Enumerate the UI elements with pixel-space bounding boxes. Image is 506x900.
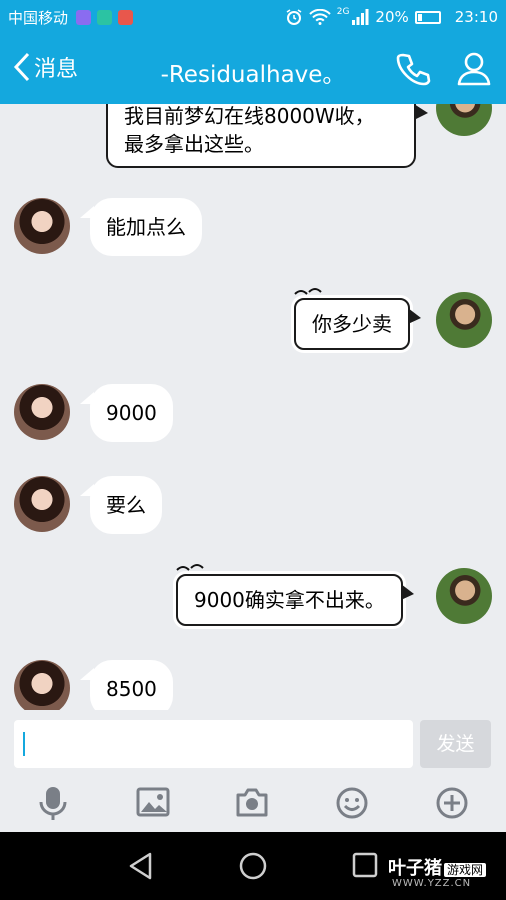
send-button[interactable]: 发送 (420, 720, 491, 768)
signal-icon (352, 9, 369, 25)
message-bubble[interactable]: 9000 (80, 384, 173, 442)
attachment-toolbar (0, 774, 506, 832)
message-row: 9000确实拿不出来。 (0, 564, 506, 630)
app-notification-icon (76, 9, 92, 25)
message-list[interactable]: 我目前梦幻在线8000W收， 最多拿出这些。 能加点么 你多少卖 9000 要么… (0, 104, 506, 710)
watermark-brand: 叶子猪 (388, 858, 442, 879)
phone-icon (396, 53, 431, 86)
circle-home-icon (239, 852, 267, 880)
voice-button[interactable] (38, 786, 68, 826)
battery-percent: 20% (375, 8, 409, 26)
message-bubble[interactable]: 我目前梦幻在线8000W收， 最多拿出这些。 (106, 104, 428, 168)
nav-recents-button[interactable] (352, 852, 378, 882)
message-row: 9000 (0, 384, 506, 446)
avatar-me[interactable] (436, 292, 492, 348)
chat-header: 消息 -Residualhave。 (0, 34, 506, 104)
camera-button[interactable] (235, 786, 269, 822)
gallery-button[interactable] (136, 786, 170, 822)
watermark-url: WWW.YZZ.CN (392, 878, 472, 889)
clock: 23:10 (454, 8, 498, 26)
status-bar: 中国移动 2G 20% 23:10 (0, 0, 506, 34)
emoji-button[interactable] (335, 786, 369, 824)
square-recents-icon (352, 852, 378, 878)
nav-back-button[interactable] (128, 852, 154, 884)
message-row: 我目前梦幻在线8000W收， 最多拿出这些。 (0, 104, 506, 168)
plus-icon (436, 787, 468, 819)
message-input[interactable] (14, 720, 413, 768)
nav-home-button[interactable] (239, 852, 267, 884)
avatar-me[interactable] (436, 568, 492, 624)
avatar-contact[interactable] (14, 660, 70, 710)
message-row: 要么 (0, 476, 506, 538)
triangle-back-icon (129, 852, 152, 880)
call-button[interactable] (395, 51, 431, 91)
system-nav-bar: 叶子猪 游戏网 WWW.YZZ.CN (0, 832, 506, 900)
camera-icon (236, 788, 268, 817)
message-bubble[interactable]: 8500 (80, 660, 173, 710)
message-bubble[interactable]: 9000确实拿不出来。 (176, 574, 414, 626)
carrier-label: 中国移动 (8, 8, 69, 27)
message-text: 我目前梦幻在线8000W收， (124, 104, 375, 128)
message-bubble[interactable]: 能加点么 (80, 198, 202, 256)
contact-profile-button[interactable] (456, 50, 492, 90)
avatar-contact[interactable] (14, 198, 70, 254)
mic-icon (39, 787, 67, 820)
app-notification-icon (118, 9, 134, 25)
image-icon (136, 787, 170, 817)
watermark-tag: 游戏网 (444, 863, 487, 877)
wifi-icon (309, 9, 331, 25)
message-bubble[interactable]: 你多少卖 (294, 298, 421, 350)
message-row: 能加点么 (0, 198, 506, 260)
alarm-icon (286, 9, 302, 25)
input-bar: 发送 (0, 710, 506, 774)
message-text: 最多拿出这些。 (124, 132, 264, 156)
avatar-contact[interactable] (14, 476, 70, 532)
emoji-icon (336, 787, 368, 819)
text-cursor (23, 732, 25, 756)
message-bubble[interactable]: 要么 (80, 476, 162, 534)
user-icon (457, 52, 491, 86)
message-row: 你多少卖 (0, 288, 506, 354)
network-type-label: 2G (336, 7, 350, 17)
watermark: 叶子猪 游戏网 WWW.YZZ.CN (388, 854, 487, 889)
app-notification-icon (97, 9, 113, 25)
battery-icon (414, 10, 441, 24)
avatar-me[interactable] (436, 104, 492, 136)
message-row: 8500 (0, 660, 506, 710)
more-button[interactable] (435, 786, 469, 824)
avatar-contact[interactable] (14, 384, 70, 440)
